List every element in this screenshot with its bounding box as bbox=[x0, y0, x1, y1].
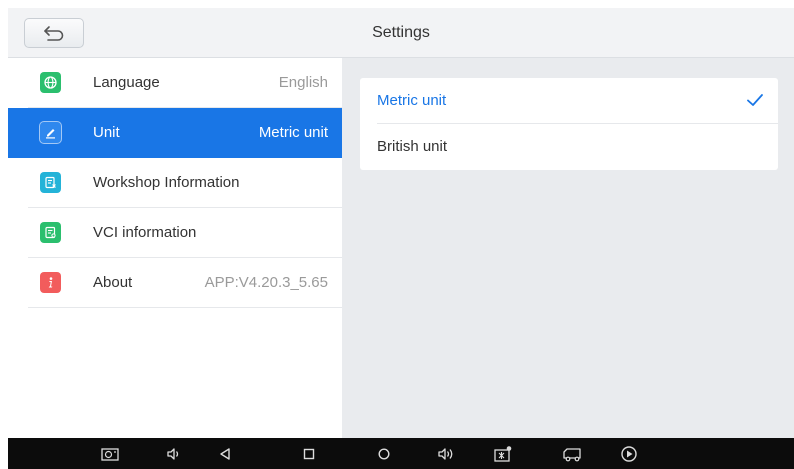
option-label: British unit bbox=[377, 138, 448, 155]
sidebar-item-label: Language bbox=[93, 74, 160, 91]
vci-icon[interactable] bbox=[492, 443, 514, 465]
page-title: Settings bbox=[372, 24, 430, 41]
edit-icon bbox=[40, 122, 61, 143]
sidebar-item-label: VCI information bbox=[93, 224, 197, 241]
sidebar-item-value: APP:V4.20.3_5.65 bbox=[204, 274, 328, 291]
sidebar-item-value: English bbox=[278, 74, 328, 91]
sidebar-item-vci-information[interactable]: VCI information bbox=[8, 208, 342, 258]
info-icon bbox=[40, 272, 61, 293]
checkmark-icon bbox=[747, 94, 763, 106]
divider bbox=[28, 307, 342, 308]
sidebar-item-workshop-information[interactable]: Workshop Information bbox=[8, 158, 342, 208]
volume-down-icon[interactable] bbox=[163, 443, 185, 465]
sidebar-item-value: Metric unit bbox=[258, 124, 328, 141]
document-icon bbox=[40, 172, 61, 193]
settings-sidebar: Language English Unit Metric unit Worksh… bbox=[8, 58, 342, 438]
sidebar-item-unit[interactable]: Unit Metric unit bbox=[8, 108, 342, 158]
option-label: Metric unit bbox=[377, 92, 447, 109]
vci-doc-icon bbox=[40, 222, 61, 243]
back-arrow-icon bbox=[44, 26, 64, 41]
option-british-unit[interactable]: British unit bbox=[360, 124, 778, 170]
system-navigation-bar bbox=[8, 438, 794, 469]
app-window: Settings Language English Unit Metric un… bbox=[8, 8, 794, 469]
option-metric-unit[interactable]: Metric unit bbox=[360, 78, 778, 124]
sidebar-item-about[interactable]: About APP:V4.20.3_5.65 bbox=[8, 258, 342, 308]
recents-icon[interactable] bbox=[298, 443, 320, 465]
home-icon[interactable] bbox=[373, 443, 395, 465]
play-icon[interactable] bbox=[618, 443, 640, 465]
screenshot-icon[interactable] bbox=[99, 443, 121, 465]
header-bar: Settings bbox=[8, 8, 794, 58]
sidebar-item-label: Workshop Information bbox=[93, 174, 240, 191]
sidebar-item-label: Unit bbox=[93, 124, 120, 141]
unit-options-panel: Metric unit British unit bbox=[360, 78, 778, 170]
back-icon[interactable] bbox=[214, 443, 236, 465]
back-button[interactable] bbox=[24, 18, 84, 48]
truck-icon[interactable] bbox=[562, 443, 584, 465]
volume-up-icon[interactable] bbox=[435, 443, 457, 465]
sidebar-item-language[interactable]: Language English bbox=[8, 58, 342, 108]
sidebar-item-label: About bbox=[93, 274, 133, 291]
globe-icon bbox=[40, 72, 61, 93]
